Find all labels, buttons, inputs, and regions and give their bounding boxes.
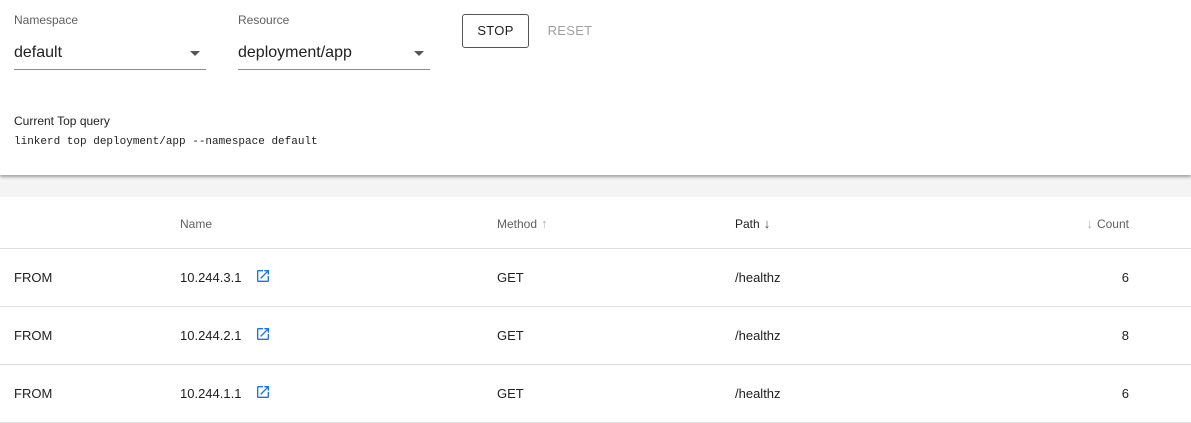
top-table: Name Method ↑ Path ↓ ↓ Count FROM 10.244… [0, 197, 1191, 423]
count-cell: 8 [1121, 328, 1129, 343]
method-cell: GET [497, 386, 524, 401]
name-cell: 10.244.3.1 [180, 268, 271, 285]
column-header-path[interactable]: Path ↓ [735, 217, 770, 231]
resource-value: deployment/app [238, 44, 352, 61]
column-name-label: Name [180, 217, 213, 231]
namespace-value: default [14, 44, 63, 61]
name-cell: 10.244.2.1 [180, 326, 271, 343]
caret-down-icon [190, 51, 200, 56]
count-cell: 6 [1121, 386, 1129, 401]
stop-button[interactable]: STOP [462, 14, 529, 48]
column-count-label: Count [1096, 217, 1129, 231]
open-in-new-icon[interactable] [255, 384, 271, 400]
table-row: FROM 10.244.3.1 GET /healthz 6 [0, 249, 1191, 307]
resource-select[interactable]: deployment/app [238, 43, 430, 70]
direction-cell: FROM [14, 386, 53, 401]
path-cell: /healthz [735, 270, 781, 285]
path-cell: /healthz [735, 386, 781, 401]
count-cell: 6 [1121, 270, 1129, 285]
column-method-label: Method [497, 217, 538, 231]
direction-cell: FROM [14, 328, 53, 343]
table-row: FROM 10.244.1.1 GET /healthz 6 [0, 365, 1191, 423]
table-header-row: Name Method ↑ Path ↓ ↓ Count [0, 197, 1191, 249]
column-header-name[interactable]: Name [180, 217, 212, 231]
query-command: linkerd top deployment/app --namespace d… [14, 136, 318, 148]
name-value: 10.244.2.1 [180, 328, 242, 343]
name-value: 10.244.3.1 [180, 270, 242, 285]
resource-field[interactable]: Resource deployment/app [238, 12, 430, 70]
open-in-new-icon[interactable] [255, 326, 271, 342]
column-header-method[interactable]: Method ↑ [497, 217, 548, 231]
arrow-up-icon: ↑ [541, 216, 548, 231]
arrow-down-icon: ↓ [763, 216, 771, 231]
caret-down-icon [414, 51, 424, 56]
method-cell: GET [497, 328, 524, 343]
table-row: FROM 10.244.2.1 GET /healthz 8 [0, 307, 1191, 365]
method-cell: GET [497, 270, 524, 285]
path-cell: /healthz [735, 328, 781, 343]
open-in-new-icon[interactable] [255, 268, 271, 284]
name-cell: 10.244.1.1 [180, 384, 271, 401]
resource-label: Resource [238, 13, 290, 27]
reset-button[interactable]: RESET [538, 14, 602, 48]
arrow-down-icon: ↓ [1086, 216, 1093, 231]
namespace-select[interactable]: default [14, 43, 206, 70]
column-path-label: Path [735, 217, 760, 231]
top-query-panel: Namespace default Resource deployment/ap… [0, 0, 1191, 175]
direction-cell: FROM [14, 270, 53, 285]
namespace-label: Namespace [14, 13, 79, 27]
section-divider [0, 175, 1191, 197]
name-value: 10.244.1.1 [180, 386, 242, 401]
namespace-field[interactable]: Namespace default [14, 12, 206, 70]
query-title: Current Top query [14, 114, 110, 128]
column-header-count[interactable]: ↓ Count [1086, 217, 1129, 231]
